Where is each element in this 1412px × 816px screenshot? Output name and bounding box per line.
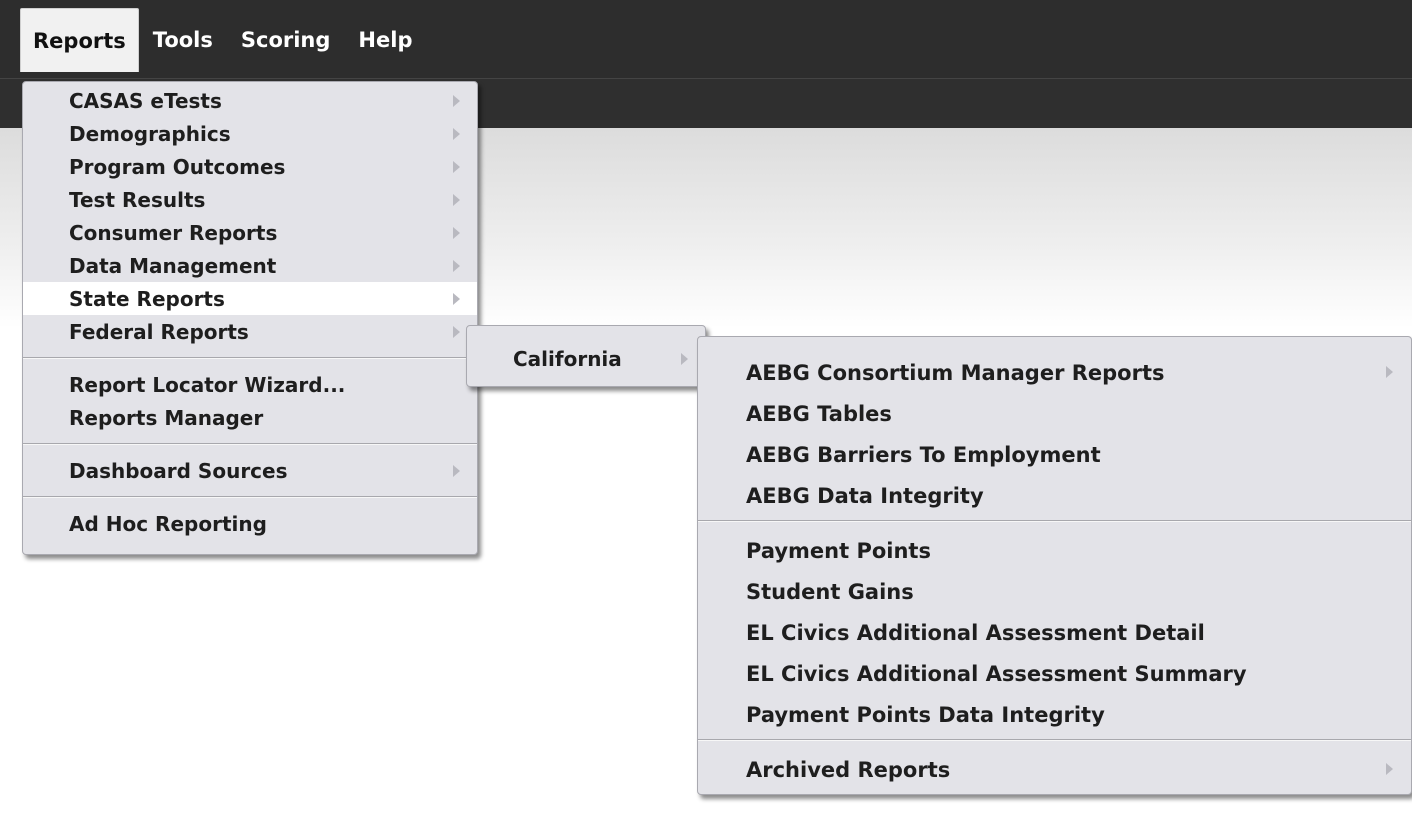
submenu-arrow-icon [453, 227, 460, 239]
menu-item-aebg-tables[interactable]: AEBG Tables [698, 393, 1411, 434]
menu-item-dashboard-sources[interactable]: Dashboard Sources [23, 454, 477, 487]
submenu-arrow-icon [453, 95, 460, 107]
menu-item-label: Test Results [69, 187, 206, 212]
menu-separator [23, 357, 477, 359]
menu-item-label: Demographics [69, 121, 231, 146]
menu-item-data-management[interactable]: Data Management [23, 249, 477, 282]
menu-item-demographics[interactable]: Demographics [23, 117, 477, 150]
menu-item-california[interactable]: California [467, 342, 705, 375]
menu-item-el-civics-assessment-summary[interactable]: EL Civics Additional Assessment Summary [698, 653, 1411, 694]
submenu-arrow-icon [453, 293, 460, 305]
menu-item-aebg-data-integrity[interactable]: AEBG Data Integrity [698, 475, 1411, 516]
menu-item-label: EL Civics Additional Assessment Detail [746, 620, 1205, 645]
menu-item-label: Data Management [69, 253, 277, 278]
menu-item-payment-points-data-integrity[interactable]: Payment Points Data Integrity [698, 694, 1411, 735]
menu-item-label: Student Gains [746, 579, 914, 604]
california-submenu: AEBG Consortium Manager Reports AEBG Tab… [697, 336, 1412, 795]
menubar-help[interactable]: Help [344, 8, 426, 72]
menu-item-aebg-barriers-to-employment[interactable]: AEBG Barriers To Employment [698, 434, 1411, 475]
menubar-scoring[interactable]: Scoring [227, 8, 345, 72]
menu-item-label: AEBG Barriers To Employment [746, 442, 1101, 467]
menu-item-label: State Reports [69, 286, 225, 311]
menu-item-label: EL Civics Additional Assessment Summary [746, 661, 1247, 686]
menu-item-consumer-reports[interactable]: Consumer Reports [23, 216, 477, 249]
menu-item-state-reports[interactable]: State Reports [23, 282, 477, 315]
top-navigation-bar: Reports Tools Scoring Help [0, 0, 1412, 78]
state-reports-submenu: California [466, 325, 706, 387]
menu-item-aebg-consortium-manager-reports[interactable]: AEBG Consortium Manager Reports [698, 352, 1411, 393]
menu-item-label: Payment Points Data Integrity [746, 702, 1105, 727]
submenu-arrow-icon [453, 194, 460, 206]
menu-separator [698, 739, 1411, 741]
main-menubar: Reports Tools Scoring Help [0, 8, 426, 72]
submenu-arrow-icon [1386, 763, 1393, 775]
menu-item-ad-hoc-reporting[interactable]: Ad Hoc Reporting [23, 507, 477, 540]
menu-item-el-civics-assessment-detail[interactable]: EL Civics Additional Assessment Detail [698, 612, 1411, 653]
menu-item-federal-reports[interactable]: Federal Reports [23, 315, 477, 348]
menu-item-label: Report Locator Wizard... [69, 372, 346, 397]
menu-item-label: Archived Reports [746, 757, 951, 782]
submenu-arrow-icon [453, 260, 460, 272]
menu-item-label: California [513, 346, 622, 371]
menu-item-label: Ad Hoc Reporting [69, 511, 267, 536]
menu-item-student-gains[interactable]: Student Gains [698, 571, 1411, 612]
menu-item-casas-etests[interactable]: CASAS eTests [23, 84, 477, 117]
submenu-arrow-icon [1386, 366, 1393, 378]
menu-item-reports-manager[interactable]: Reports Manager [23, 401, 477, 434]
reports-dropdown-menu: CASAS eTests Demographics Program Outcom… [22, 81, 478, 555]
menu-item-program-outcomes[interactable]: Program Outcomes [23, 150, 477, 183]
menu-item-label: Consumer Reports [69, 220, 278, 245]
menu-item-label: Program Outcomes [69, 154, 286, 179]
menu-item-label: Reports Manager [69, 405, 264, 430]
menu-item-test-results[interactable]: Test Results [23, 183, 477, 216]
submenu-arrow-icon [453, 326, 460, 338]
menu-item-label: Dashboard Sources [69, 458, 288, 483]
menu-item-payment-points[interactable]: Payment Points [698, 530, 1411, 571]
menu-item-report-locator-wizard[interactable]: Report Locator Wizard... [23, 368, 477, 401]
menu-separator [23, 496, 477, 498]
menubar-tools[interactable]: Tools [139, 8, 227, 72]
menu-item-label: AEBG Consortium Manager Reports [746, 360, 1165, 385]
submenu-arrow-icon [453, 161, 460, 173]
submenu-arrow-icon [681, 353, 688, 365]
menu-item-archived-reports[interactable]: Archived Reports [698, 749, 1411, 790]
menu-separator [23, 443, 477, 445]
menubar-reports[interactable]: Reports [20, 8, 139, 72]
menu-item-label: AEBG Tables [746, 401, 892, 426]
menu-item-label: Federal Reports [69, 319, 249, 344]
submenu-arrow-icon [453, 465, 460, 477]
menu-item-label: CASAS eTests [69, 88, 222, 113]
menu-item-label: Payment Points [746, 538, 931, 563]
menu-item-label: AEBG Data Integrity [746, 483, 984, 508]
submenu-arrow-icon [453, 128, 460, 140]
menu-separator [698, 520, 1411, 522]
